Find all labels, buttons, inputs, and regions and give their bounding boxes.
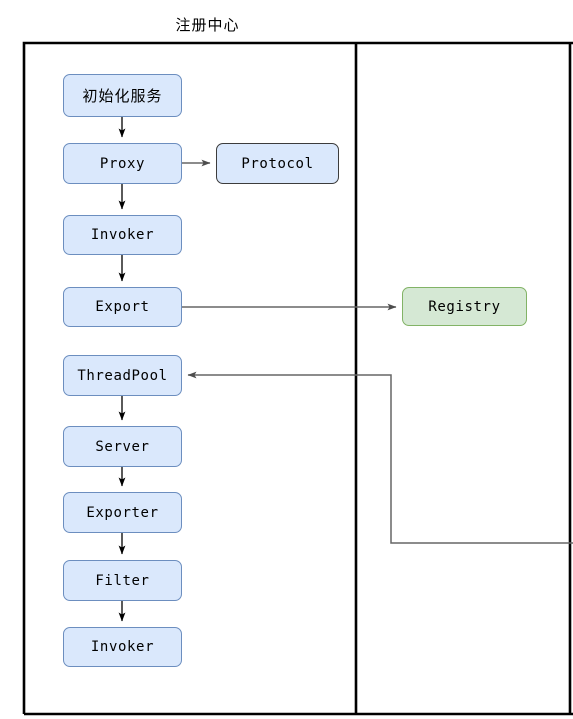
node-init-service[interactable]: 初始化服务: [63, 74, 182, 117]
node-label-filter: Filter: [95, 572, 150, 589]
edge-registry-to-threadpool: [187, 371, 573, 544]
node-server[interactable]: Server: [63, 426, 182, 467]
node-filter[interactable]: Filter: [63, 560, 182, 601]
node-exporter[interactable]: Exporter: [63, 492, 182, 533]
node-invoker-top[interactable]: Invoker: [63, 215, 182, 255]
node-threadpool[interactable]: ThreadPool: [63, 355, 182, 396]
node-label-server: Server: [95, 438, 150, 455]
node-invoker-bottom[interactable]: Invoker: [63, 627, 182, 667]
node-export[interactable]: Export: [63, 287, 182, 327]
node-label-invoker-bottom: Invoker: [90, 639, 155, 655]
lane-dividers: [354, 43, 572, 714]
node-label-invoker-top: Invoker: [90, 227, 155, 243]
node-protocol[interactable]: Protocol: [216, 143, 339, 184]
node-label-threadpool: ThreadPool: [77, 367, 168, 384]
node-label-proxy: Proxy: [99, 155, 146, 172]
node-label-exporter: Exporter: [86, 504, 159, 521]
diagram-canvas: Provider注册中心 初始化服务ProxyProtocolInvokerEx…: [0, 0, 573, 719]
node-label-init-service: 初始化服务: [82, 87, 163, 105]
node-registry[interactable]: Registry: [402, 287, 527, 326]
node-label-protocol: Protocol: [241, 155, 314, 172]
node-label-registry: Registry: [428, 298, 501, 315]
node-label-export: Export: [95, 299, 150, 315]
node-proxy[interactable]: Proxy: [63, 143, 182, 184]
edge-group: [118, 117, 573, 622]
